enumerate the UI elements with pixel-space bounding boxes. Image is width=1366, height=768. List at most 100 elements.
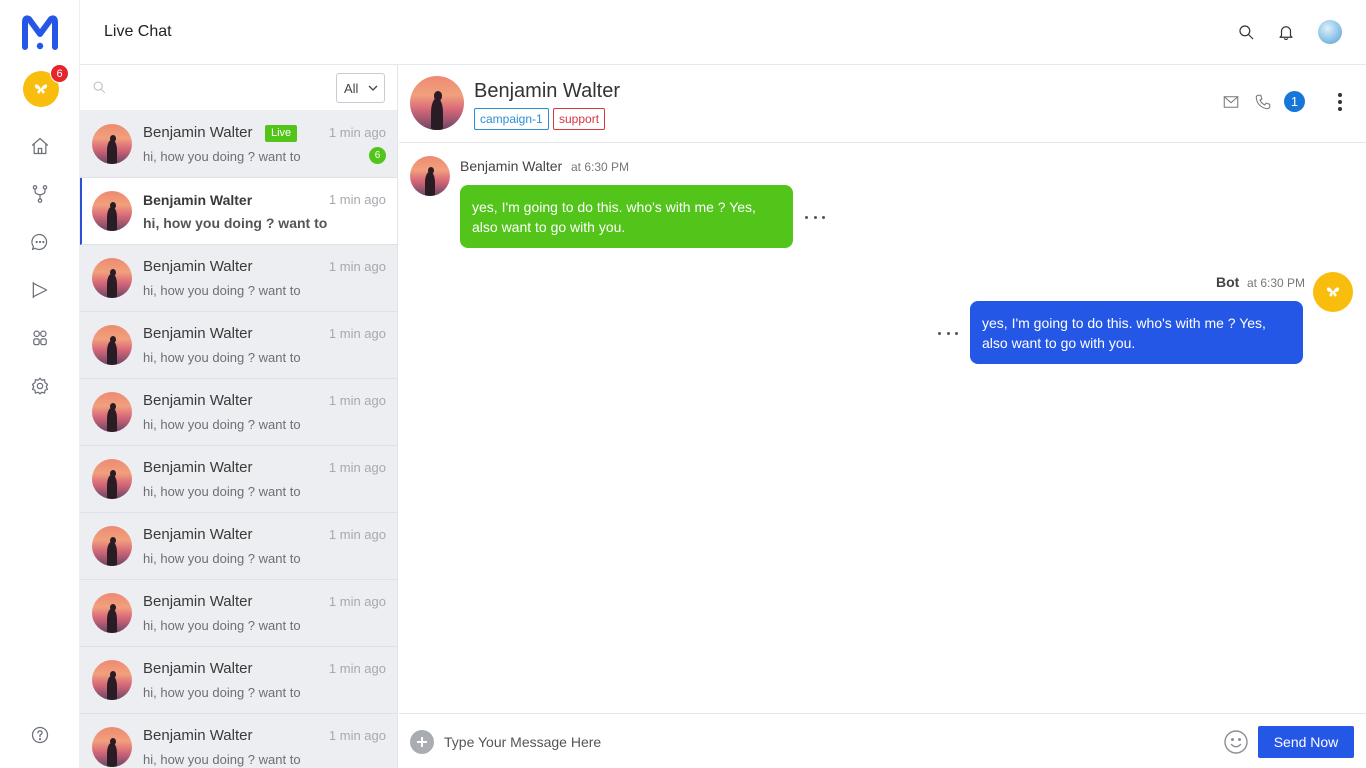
conversation-item[interactable]: Benjamin Walter hi, how you doing ? want… [80, 379, 397, 446]
sidebar-item-live-chat[interactable] [28, 230, 52, 254]
conversation-time: 1 min ago [328, 326, 386, 341]
app-root: 6 Live Chat All Benjamin Walter Live hi,… [0, 0, 1366, 768]
chat-header: Benjamin Walter campaign-1 support 1 [399, 65, 1366, 143]
message-preview: hi, how you doing ? want to [143, 215, 328, 231]
more-options-button[interactable] [1331, 91, 1349, 113]
plus-icon [417, 737, 427, 747]
sidebar-item-integrations[interactable] [28, 326, 52, 350]
conversation-item[interactable]: Benjamin Walter hi, how you doing ? want… [80, 245, 397, 312]
settings-icon [31, 377, 49, 395]
contact-name: Benjamin Walter [143, 392, 253, 409]
contact-avatar [92, 660, 132, 700]
butterfly-icon [34, 84, 48, 94]
butterfly-icon [1326, 287, 1340, 297]
conversation-time: 1 min ago [328, 728, 386, 743]
home-icon [31, 137, 49, 155]
message-preview: hi, how you doing ? want to [143, 417, 301, 432]
contact-avatar [92, 258, 132, 298]
contact-name: Benjamin Walter [143, 325, 253, 342]
call-button[interactable] [1252, 91, 1274, 113]
sidebar-item-flows[interactable] [28, 182, 52, 206]
bot-avatar [1313, 272, 1353, 312]
mail-icon [1223, 96, 1239, 108]
conversation-item[interactable]: Benjamin Walter hi, how you doing ? want… [80, 446, 397, 513]
conversation-time: 1 min ago [328, 527, 386, 542]
live-badge: Live [265, 125, 298, 142]
conversation-filter-select[interactable]: All [336, 73, 385, 103]
contact-avatar [92, 191, 132, 231]
contact-name: Benjamin Walter [143, 124, 253, 141]
info-count-badge[interactable]: 1 [1284, 91, 1305, 112]
search-icon [92, 80, 106, 94]
conversation-item[interactable]: Benjamin Walter hi, how you doing ? want… [80, 647, 397, 714]
user-avatar[interactable] [1318, 20, 1342, 44]
tag-support[interactable]: support [553, 108, 606, 130]
conversation-search-bar: All [80, 65, 397, 111]
contact-name: Benjamin Walter [143, 192, 253, 208]
message-preview: hi, how you doing ? want to [143, 685, 301, 700]
contact-avatar [92, 325, 132, 365]
search-icon [1239, 25, 1254, 40]
conversation-time: 1 min ago [328, 259, 386, 274]
tag-campaign[interactable]: campaign-1 [474, 108, 549, 130]
contact-name: Benjamin Walter [143, 258, 253, 275]
dot [805, 215, 808, 219]
dot [822, 215, 825, 219]
message-bubble-outgoing: yes, I'm going to do this. who's with me… [970, 301, 1303, 364]
conversation-time: 1 min ago [328, 594, 386, 609]
contact-name: Benjamin Walter [143, 459, 253, 476]
conversation-item[interactable]: Benjamin Walter hi, how you doing ? want… [80, 513, 397, 580]
attach-button[interactable] [410, 730, 434, 754]
contact-name: Benjamin Walter [143, 660, 253, 677]
campaign-icon [32, 281, 48, 299]
contact-avatar [92, 526, 132, 566]
message-actions-button[interactable] [805, 214, 825, 220]
chat-icon [31, 233, 48, 251]
message-actions-button[interactable] [938, 330, 958, 336]
conversation-item[interactable]: Benjamin Walter Live hi, how you doing ?… [80, 111, 397, 178]
dot [946, 331, 950, 335]
message-preview: hi, how you doing ? want to [143, 350, 301, 365]
conversation-time: 1 min ago [328, 661, 386, 676]
message-input[interactable] [444, 730, 1204, 754]
global-search-button[interactable] [1235, 21, 1257, 43]
conversation-time: 1 min ago [328, 460, 386, 475]
contact-avatar [92, 124, 132, 164]
sidebar-item-help[interactable] [28, 723, 52, 747]
conversation-time: 1 min ago [328, 393, 386, 408]
sidebar-item-home[interactable] [28, 134, 52, 158]
contact-avatar [92, 392, 132, 432]
conversation-item-active[interactable]: Benjamin Walter hi, how you doing ? want… [80, 178, 397, 245]
dot [955, 331, 958, 335]
dot [938, 331, 941, 335]
sidebar-item-settings[interactable] [28, 374, 52, 398]
message-time: at 6:30 PM [1247, 276, 1306, 290]
conversation-list: All Benjamin Walter Live hi, how you doi… [80, 65, 398, 768]
top-header: Live Chat [80, 0, 1366, 65]
contact-avatar-large[interactable] [410, 76, 464, 130]
send-button[interactable]: Send Now [1258, 726, 1354, 758]
message-thread: Benjamin Walter at 6:30 PM yes, I'm goin… [399, 143, 1366, 713]
contact-avatar [92, 727, 132, 767]
conversation-item[interactable]: Benjamin Walter hi, how you doing ? want… [80, 714, 397, 768]
sidebar-item-campaigns[interactable] [28, 278, 52, 302]
conversation-time: 1 min ago [328, 125, 386, 140]
message-preview: hi, how you doing ? want to [143, 752, 301, 767]
contact-avatar [92, 593, 132, 633]
conversation-item[interactable]: Benjamin Walter hi, how you doing ? want… [80, 580, 397, 647]
page-title: Live Chat [104, 23, 172, 40]
notification-count-badge: 6 [50, 64, 69, 83]
left-sidebar: 6 [0, 0, 80, 768]
integrations-icon [33, 330, 47, 346]
flow-icon [32, 185, 48, 203]
chevron-down-icon [368, 85, 378, 91]
emoji-button[interactable] [1223, 729, 1249, 755]
help-icon [31, 726, 49, 744]
email-button[interactable] [1220, 91, 1242, 113]
contact-name: Benjamin Walter [143, 727, 253, 744]
message-bubble-incoming: yes, I'm going to do this. who's with me… [460, 185, 793, 248]
message-preview: hi, how you doing ? want to [143, 551, 301, 566]
notifications-button[interactable] [1275, 21, 1297, 43]
conversation-item[interactable]: Benjamin Walter hi, how you doing ? want… [80, 312, 397, 379]
brand-logo[interactable] [22, 14, 58, 50]
